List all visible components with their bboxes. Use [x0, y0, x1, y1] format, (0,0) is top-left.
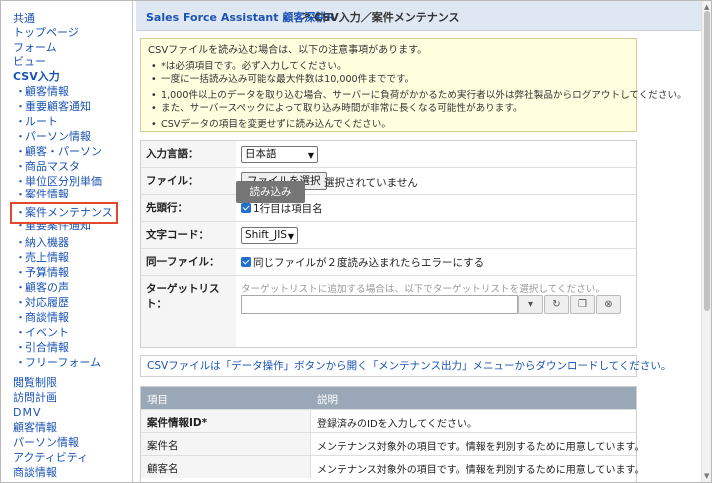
charcode-select[interactable]: Shift_JIS ▼ [241, 227, 298, 244]
sidebar-item-inquiry-info[interactable]: ・引合情報 [15, 340, 69, 356]
table-cell-description: 登録済みのIDを入力してください。 [317, 419, 478, 430]
copy-icon[interactable]: ❐ [570, 295, 595, 314]
table-header: 項目 説明 [141, 387, 636, 409]
sidebar: 共通 トップページ フォーム ビュー CSV入力 ・顧客情報 ・重要顧客通知 ・… [1, 1, 133, 482]
page-title: CSV入力／案件メンテナンス [314, 11, 460, 24]
sidebar-item-activity[interactable]: アクティビティ [13, 450, 88, 466]
notice-item: 1,000件以上のデータを取り込む場合、サーバーに負荷がかかるため実行者以外は弊… [148, 89, 687, 102]
sidebar-item-negotiation-info[interactable]: ・商談情報 [15, 310, 69, 326]
column-header-description: 説明 [317, 394, 338, 406]
sidebar-item-customer-voice[interactable]: ・顧客の声 [15, 280, 69, 296]
sidebar-item-customer-person[interactable]: ・顧客・パーソン [15, 144, 102, 160]
language-label: 入力言語： [141, 141, 236, 167]
download-info: CSVファイルは「データ操作」ボタンから開く「メンテナンス出力」メニューからダウ… [140, 355, 671, 377]
notice-item: CSVデータの項目を変更せずに読み込んでください。 [148, 118, 629, 131]
form-row-file: ファイル： ファイルを選択 選択されていません [141, 168, 636, 195]
sidebar-item-sales-info[interactable]: ・売上情報 [15, 250, 69, 266]
vertical-scrollbar[interactable]: ▲ ▼ [701, 1, 711, 482]
scrollbar-thumb[interactable] [704, 11, 710, 311]
sidebar-section-csv[interactable]: CSV入力 [13, 69, 60, 85]
table-row: 案件情報ID* 登録済みのIDを入力してください。 [141, 409, 636, 432]
table-row: 案件名 メンテナンス対象外の項目です。情報を判別するために用意しています。 [141, 432, 645, 455]
sidebar-item-free-form[interactable]: ・フリーフォーム [15, 355, 101, 371]
notice-item: *は必須項目です。必ず入力してください。 [148, 60, 629, 73]
table-cell-item: 案件情報ID* [141, 410, 311, 432]
breadcrumb-separator: > [302, 9, 312, 22]
main-content: Sales Force Assistant 顧客深耕R > CSV入力／案件メン… [136, 1, 711, 482]
refresh-icon[interactable]: ↻ [544, 295, 569, 314]
notice-box: CSVファイルを読み込む場合は、以下の注意事項があります。 *は必須項目です。必… [140, 38, 687, 132]
chevron-down-icon: ▼ [287, 232, 294, 241]
charcode-label: 文字コード： [141, 222, 236, 248]
table-cell-item: 顧客名 [141, 456, 311, 478]
sidebar-item-dmv[interactable]: DMV [13, 405, 42, 421]
notice-item: 一度に一括読み込み可能な最大件数は10,000件までです。 [148, 73, 629, 86]
chevron-down-icon[interactable]: ▾ [518, 295, 543, 314]
form-row-same-file: 同一ファイル： 同じファイルが２度読み込まれたらエラーにする [141, 249, 636, 276]
highlight-box [10, 202, 118, 224]
sidebar-item-top-page[interactable]: トップページ [13, 25, 79, 41]
sidebar-item-event[interactable]: ・イベント [15, 325, 69, 341]
scroll-down-icon[interactable]: ▼ [704, 472, 709, 480]
table-cell-description: メンテナンス対象外の項目です。情報を判別するために用意しています。 [317, 465, 645, 476]
notice-item-continued: また、サーバースペックによって取り込み時間が非常に長くなる可能性があります。 [148, 102, 629, 115]
sidebar-item-unit-price[interactable]: ・単位区分別単価 [15, 174, 102, 190]
breadcrumb: Sales Force Assistant 顧客深耕R > CSV入力／案件メン… [136, 1, 711, 31]
same-file-check-label: 同じファイルが２度読み込まれたらエラーにする [253, 257, 485, 269]
sidebar-item-project-info[interactable]: ・案件情報 [15, 189, 69, 198]
sidebar-item-customer-info[interactable]: ・顧客情報 [15, 84, 69, 100]
file-status: 選択されていません [324, 177, 418, 189]
file-label: ファイル： [141, 168, 236, 194]
sidebar-item-view[interactable]: ビュー [13, 54, 46, 70]
language-select[interactable]: 日本語 ▼ [241, 146, 318, 163]
sidebar-item-important-project[interactable]: ・重要案件通知 [15, 224, 91, 234]
target-list-hint: ターゲットリストに追加する場合は、以下でターゲットリストを選択してください。 [241, 284, 605, 295]
sidebar-item-budget-info[interactable]: ・予算情報 [15, 265, 69, 281]
sidebar-item-route[interactable]: ・ルート [15, 114, 58, 130]
header-row-check-label: 1行目は項目名 [253, 203, 323, 215]
sidebar-item-customer-info-bottom[interactable]: 顧客情報 [13, 420, 57, 436]
load-button[interactable]: 読み込み [236, 181, 305, 203]
sidebar-item-important-customer[interactable]: ・重要顧客通知 [15, 99, 91, 115]
form-row-charcode: 文字コード： Shift_JIS ▼ [141, 222, 636, 249]
same-file-label: 同一ファイル： [141, 249, 236, 275]
column-header-item: 項目 [147, 394, 168, 406]
target-list-input[interactable] [241, 295, 518, 314]
sidebar-item-visit-plan[interactable]: 訪問計画 [13, 390, 57, 406]
clear-icon[interactable]: ⊗ [596, 295, 621, 314]
sidebar-item-response-history[interactable]: ・対応履歴 [15, 295, 69, 311]
sidebar-item-person-info-bottom[interactable]: パーソン情報 [13, 435, 79, 451]
sidebar-item-product-master[interactable]: ・商品マスタ [15, 159, 80, 175]
form-row-target-list: ターゲットリスト： ターゲットリストに追加する場合は、以下でターゲットリストを選… [141, 276, 636, 347]
notice-lead: CSVファイルを読み込む場合は、以下の注意事項があります。 [148, 45, 428, 56]
sidebar-item-delivered-equipment[interactable]: ・納入機器 [15, 235, 69, 251]
form-row-language: 入力言語： 日本語 ▼ [141, 141, 636, 168]
target-list-label: ターゲットリスト： [141, 276, 236, 347]
field-table: 項目 説明 案件情報ID* 登録済みのIDを入力してください。 案件名 メンテナ… [140, 386, 645, 482]
chevron-down-icon: ▼ [307, 151, 314, 160]
same-file-checkbox[interactable] [241, 257, 251, 267]
table-cell-item: 案件名 [141, 433, 311, 455]
sidebar-item-person-info[interactable]: ・パーソン情報 [15, 129, 91, 145]
table-cell-description: メンテナンス対象外の項目です。情報を判別するために用意しています。 [317, 442, 645, 453]
table-row: 顧客名 メンテナンス対象外の項目です。情報を判別するために用意しています。 [141, 455, 645, 478]
form-row-header: 先頭行： 1行目は項目名 [141, 195, 636, 222]
import-form: 入力言語： 日本語 ▼ ファイル： ファイルを選択 選択されていません 先頭行：… [140, 140, 637, 348]
sidebar-item-view-restriction[interactable]: 閲覧制限 [13, 375, 57, 391]
scroll-up-icon[interactable]: ▲ [704, 3, 709, 11]
notice-list: *は必須項目です。必ず入力してください。 一度に一括読み込み可能な最大件数は10… [148, 60, 687, 131]
sidebar-item-negotiation-bottom[interactable]: 商談情報 [13, 465, 57, 481]
header-row-label: 先頭行： [141, 195, 236, 221]
header-row-checkbox[interactable] [241, 203, 251, 213]
